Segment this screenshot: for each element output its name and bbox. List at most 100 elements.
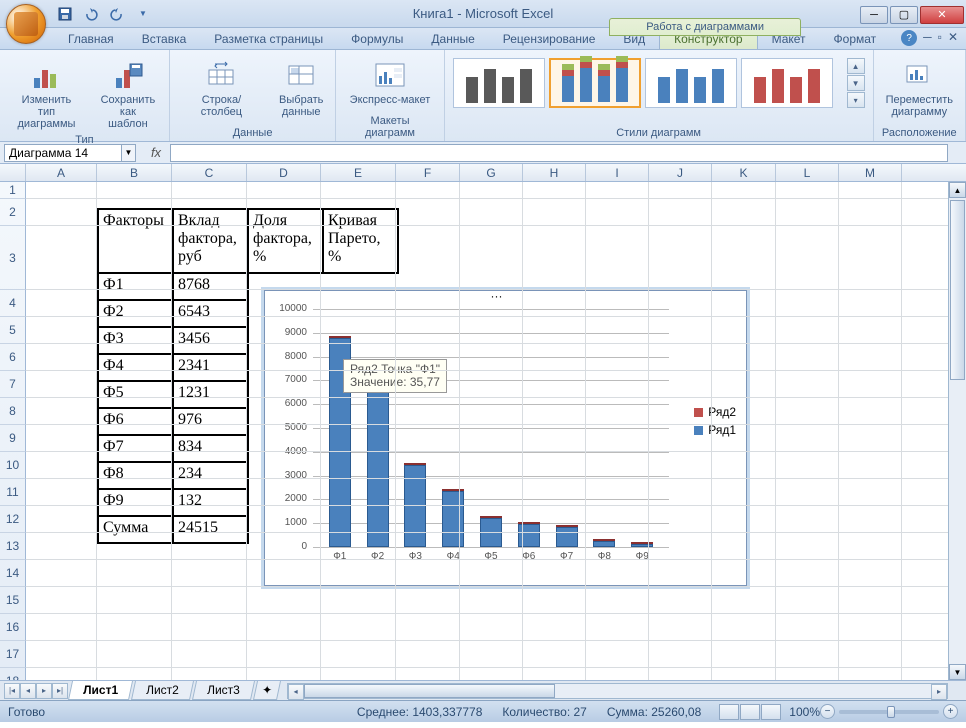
row-header-2[interactable]: 2 xyxy=(0,199,26,226)
save-template-button[interactable]: Сохранить как шаблон xyxy=(95,58,161,132)
table-row-value[interactable]: 834 xyxy=(173,435,248,462)
sheet-tab-2[interactable]: Лист2 xyxy=(131,681,194,700)
table-row-factor[interactable]: Ф3 xyxy=(98,327,173,354)
save-icon[interactable] xyxy=(54,3,76,25)
row-header-7[interactable]: 7 xyxy=(0,371,26,398)
column-header-C[interactable]: C xyxy=(172,164,247,181)
table-row-factor[interactable]: Ф6 xyxy=(98,408,173,435)
express-layout-button[interactable]: Экспресс-макет xyxy=(346,58,435,108)
column-header-I[interactable]: I xyxy=(586,164,649,181)
row-header-12[interactable]: 12 xyxy=(0,506,26,533)
row-header-11[interactable]: 11 xyxy=(0,479,26,506)
select-all-corner[interactable] xyxy=(0,164,26,181)
table-row-value[interactable]: 6543 xyxy=(173,300,248,327)
table-row-value[interactable]: 976 xyxy=(173,408,248,435)
bar-series1[interactable] xyxy=(442,491,464,547)
table-row-factor[interactable]: Ф1 xyxy=(98,273,173,300)
bar-series2[interactable] xyxy=(329,336,351,338)
styles-expand[interactable]: ▾ xyxy=(847,92,865,108)
tab-home[interactable]: Главная xyxy=(54,29,128,49)
row-header-6[interactable]: 6 xyxy=(0,344,26,371)
tab-review[interactable]: Рецензирование xyxy=(489,29,610,49)
undo-icon[interactable] xyxy=(80,3,102,25)
embedded-chart[interactable]: ··· 010002000300040005000600070008000900… xyxy=(264,290,747,586)
bar-series2[interactable] xyxy=(556,525,578,527)
styles-scroll-down[interactable]: ▼ xyxy=(847,75,865,91)
table-row-value[interactable]: 3456 xyxy=(173,327,248,354)
column-header-E[interactable]: E xyxy=(321,164,396,181)
table-row-factor[interactable]: Ф8 xyxy=(98,462,173,489)
header-pareto[interactable]: Кривая Парето, % xyxy=(323,209,398,273)
vscroll-down[interactable]: ▼ xyxy=(949,664,966,680)
table-row-value[interactable]: 2341 xyxy=(173,354,248,381)
column-header-L[interactable]: L xyxy=(776,164,839,181)
bar-series1[interactable] xyxy=(367,391,389,547)
view-layout-button[interactable] xyxy=(740,704,760,720)
row-header-8[interactable]: 8 xyxy=(0,398,26,425)
sheet-tab-1[interactable]: Лист1 xyxy=(68,681,133,700)
bar-series2[interactable] xyxy=(480,516,502,518)
zoom-in-button[interactable]: + xyxy=(943,704,958,719)
name-box-dropdown[interactable]: ▼ xyxy=(122,144,136,162)
row-header-4[interactable]: 4 xyxy=(0,290,26,317)
header-share[interactable]: Доля фактора, % xyxy=(248,209,323,273)
bar-series1[interactable] xyxy=(631,544,653,547)
new-sheet-button[interactable]: ✦ xyxy=(253,681,281,700)
bar-series2[interactable] xyxy=(442,489,464,491)
table-row-value[interactable]: 1231 xyxy=(173,381,248,408)
sheet-tab-3[interactable]: Лист3 xyxy=(192,681,255,700)
redo-icon[interactable] xyxy=(106,3,128,25)
zoom-slider[interactable] xyxy=(839,710,939,714)
chart-style-2[interactable] xyxy=(549,58,641,108)
office-button[interactable] xyxy=(6,4,46,44)
table-row-value[interactable]: 132 xyxy=(173,489,248,516)
mdi-restore-icon[interactable]: ▫ xyxy=(938,30,942,46)
styles-scroll-up[interactable]: ▲ xyxy=(847,58,865,74)
sum-value-cell[interactable]: 24515 xyxy=(173,516,248,543)
select-data-button[interactable]: Выбрать данные xyxy=(275,58,327,120)
table-row-factor[interactable]: Ф5 xyxy=(98,381,173,408)
row-header-3[interactable]: 3 xyxy=(0,226,26,290)
bar-series2[interactable] xyxy=(631,542,653,544)
fx-icon[interactable]: fx xyxy=(144,144,168,162)
bar-series1[interactable] xyxy=(556,527,578,547)
tab-nav-next[interactable]: ▸ xyxy=(36,683,52,699)
tab-nav-prev[interactable]: ◂ xyxy=(20,683,36,699)
qat-dropdown-icon[interactable]: ▼ xyxy=(132,3,154,25)
hscroll-left[interactable]: ◂ xyxy=(288,684,304,700)
tab-nav-first[interactable]: |◂ xyxy=(4,683,20,699)
tab-format[interactable]: Формат xyxy=(820,29,891,49)
row-header-16[interactable]: 16 xyxy=(0,614,26,641)
tab-insert[interactable]: Вставка xyxy=(128,29,201,49)
vertical-scrollbar[interactable]: ▲ ▼ xyxy=(948,182,966,680)
column-header-K[interactable]: K xyxy=(712,164,776,181)
change-chart-type-button[interactable]: Изменить тип диаграммы xyxy=(8,58,85,132)
horizontal-scrollbar[interactable]: ◂ ▸ xyxy=(287,683,948,699)
hscroll-thumb[interactable] xyxy=(304,684,555,698)
table-row-factor[interactable]: Ф7 xyxy=(98,435,173,462)
table-row-factor[interactable]: Ф4 xyxy=(98,354,173,381)
chart-style-4[interactable] xyxy=(741,58,833,108)
column-header-M[interactable]: M xyxy=(839,164,902,181)
maximize-button[interactable]: ▢ xyxy=(890,6,918,24)
table-row-value[interactable]: 8768 xyxy=(173,273,248,300)
tab-page-layout[interactable]: Разметка страницы xyxy=(200,29,337,49)
row-header-15[interactable]: 15 xyxy=(0,587,26,614)
view-normal-button[interactable] xyxy=(719,704,739,720)
mdi-close-icon[interactable]: ✕ xyxy=(948,30,958,46)
bar-series2[interactable] xyxy=(404,463,426,465)
tab-nav-last[interactable]: ▸| xyxy=(52,683,68,699)
table-row-value[interactable]: 234 xyxy=(173,462,248,489)
row-header-17[interactable]: 17 xyxy=(0,641,26,668)
sum-label-cell[interactable]: Сумма xyxy=(98,516,173,543)
column-header-B[interactable]: B xyxy=(97,164,172,181)
vscroll-up[interactable]: ▲ xyxy=(949,182,966,198)
zoom-level[interactable]: 100% xyxy=(789,705,820,719)
bar-series1[interactable] xyxy=(593,541,615,547)
row-header-14[interactable]: 14 xyxy=(0,560,26,587)
help-icon[interactable]: ? xyxy=(901,30,917,46)
column-header-G[interactable]: G xyxy=(460,164,523,181)
formula-input[interactable] xyxy=(170,144,948,162)
header-contribution[interactable]: Вклад фактора, руб xyxy=(173,209,248,273)
column-header-J[interactable]: J xyxy=(649,164,712,181)
